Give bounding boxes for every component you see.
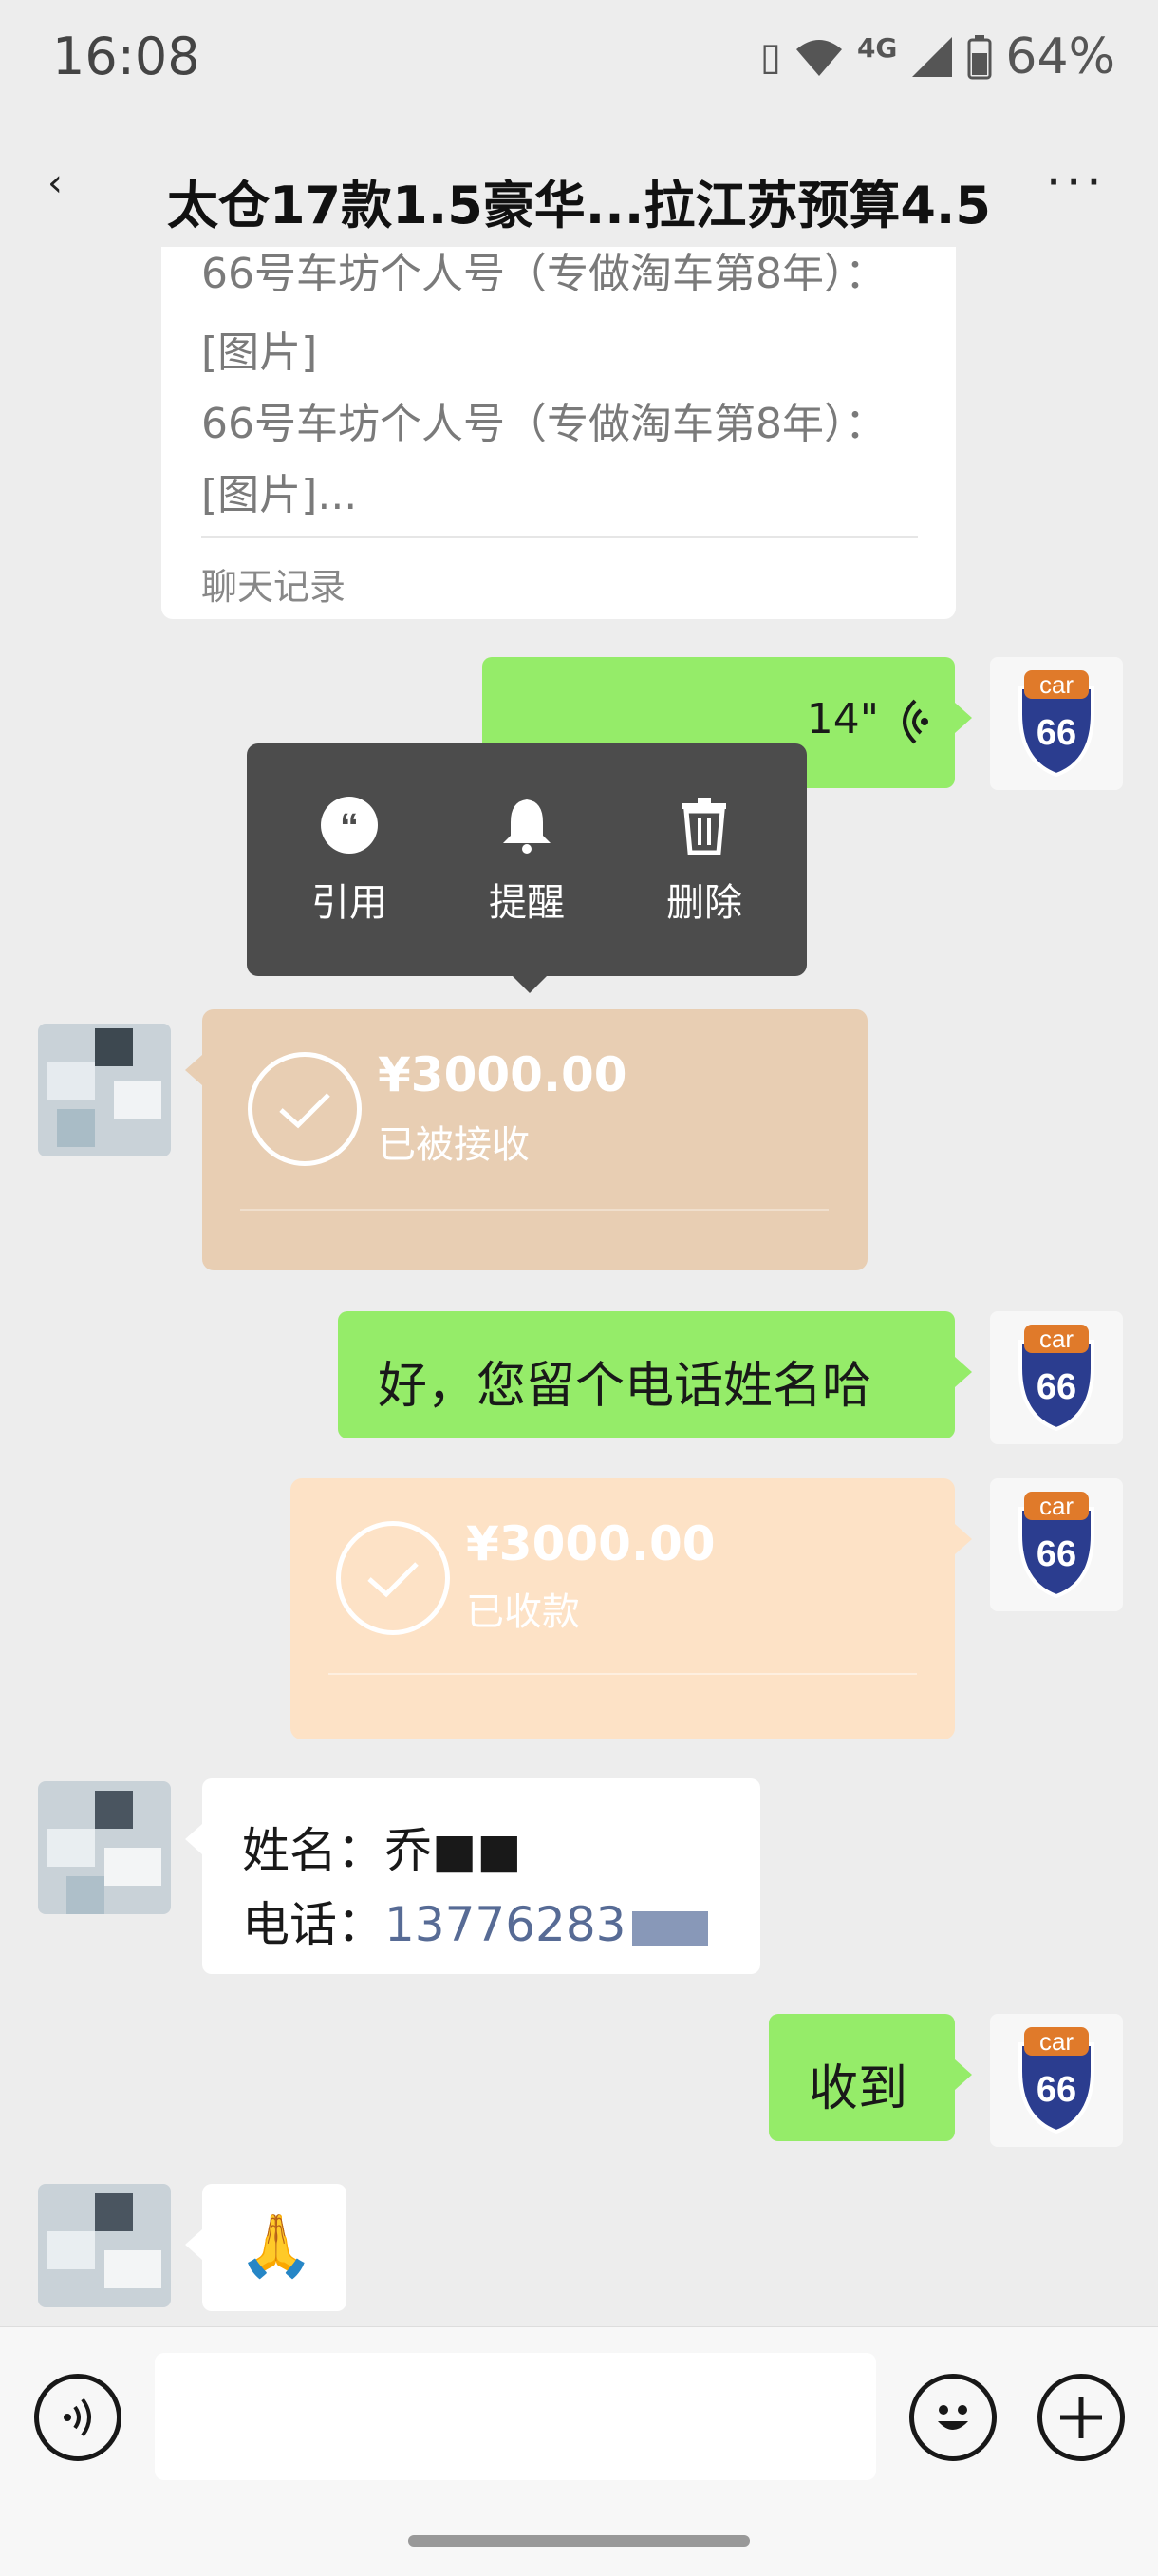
delete-label: 删除 [666,881,742,925]
vibrate-icon: ▯ [759,35,781,79]
my-avatar[interactable]: car 66 [990,2014,1123,2147]
plus-button[interactable] [1037,2374,1125,2461]
signal-icon [912,37,953,77]
my-avatar[interactable]: car 66 [990,1311,1123,1444]
phone-line: 电话：13776283 [242,1887,708,1955]
chat-record-card[interactable]: 66号车坊个人号（专做淘车第8年）： [图片] 66号车坊个人号（专做淘车第8年… [161,247,956,619]
my-avatar[interactable]: car 66 [990,1478,1123,1611]
quote-icon: “ [321,797,378,854]
record-line: [图片]... [201,471,358,519]
status-bar: 16:08 ▯ 4G 64% [0,0,1158,114]
transfer-status: 已收款 [466,1590,580,1634]
name-line: 姓名：乔■■ [242,1813,521,1881]
chat-title: 太仓17款1.5豪华...拉江苏预算4.5 [166,176,991,235]
emoji-text: 🙏 [238,2211,314,2282]
battery-icon [967,35,992,80]
quote-menu-item[interactable]: “ 引用 [278,796,420,927]
record-line: 66号车坊个人号（专做淘车第8年）： [201,250,887,298]
trash-icon [682,798,726,856]
context-menu-arrow [511,974,549,993]
car66-logo-icon: car 66 [1018,1492,1094,1599]
transfer-amount: ¥3000.00 [466,1516,716,1571]
contact-avatar[interactable] [38,1024,171,1156]
quote-label: 引用 [311,881,387,925]
contact-info-bubble[interactable]: 姓名：乔■■ 电话：13776283 [185,1778,760,1974]
wifi-icon [795,40,842,76]
message-text: 好，您留个电话姓名哈 [378,1358,872,1415]
delete-menu-item[interactable]: 删除 [633,796,775,927]
svg-text:“: “ [340,806,359,848]
transfer-card-incoming[interactable]: ¥3000.00 已被接收 [185,1009,868,1270]
bell-icon [503,799,551,854]
phone-label: 电话： [242,1897,384,1952]
more-options-button[interactable]: ··· [1046,152,1107,212]
home-indicator[interactable] [408,2535,750,2547]
phone-redaction [631,1910,708,1946]
voice-icon [64,2397,91,2437]
record-line: [图片] [201,329,318,377]
status-time: 16:08 [52,27,200,86]
remind-menu-item[interactable]: 提醒 [456,796,598,927]
message-bubble-outgoing[interactable]: 好，您留个电话姓名哈 [338,1311,972,1438]
car66-logo-icon: car 66 [1018,2027,1094,2134]
plus-icon [1060,2397,1102,2438]
svg-text:car: car [1039,2027,1074,2056]
status-icons: ▯ 4G 64% [760,28,1115,85]
car66-logo-icon: car 66 [1018,670,1094,778]
svg-text:66: 66 [1037,713,1076,753]
transfer-amount: ¥3000.00 [378,1047,627,1102]
svg-text:66: 66 [1037,2070,1076,2110]
battery-level: 64% [1005,28,1115,85]
car66-logo-icon: car 66 [1018,1325,1094,1432]
voice-input-button[interactable] [34,2374,121,2461]
svg-text:car: car [1039,670,1074,699]
remind-label: 提醒 [489,881,565,925]
name-label: 姓名： [242,1823,384,1878]
svg-text:66: 66 [1037,1534,1076,1574]
voice-wave-icon [903,699,928,744]
smiley-icon [938,2405,968,2430]
transfer-card-outgoing[interactable]: ¥3000.00 已收款 [290,1478,972,1739]
svg-text:car: car [1039,1492,1074,1520]
voice-duration: 14" [806,695,879,743]
message-text: 收到 [809,2060,908,2117]
message-bubble-outgoing[interactable]: 收到 [769,2014,972,2141]
contact-avatar[interactable] [38,1781,171,1914]
message-input[interactable] [155,2353,876,2480]
context-menu: “ 引用 提醒 删除 [247,743,807,976]
svg-text:66: 66 [1037,1367,1076,1407]
record-line: 66号车坊个人号（专做淘车第8年）： [201,400,887,448]
transfer-status: 已被接收 [378,1123,530,1167]
check-circle-icon [248,1052,362,1166]
svg-text:car: car [1039,1325,1074,1353]
my-avatar[interactable]: car 66 [990,657,1123,790]
emoji-button[interactable] [909,2374,997,2461]
emoji-message-bubble[interactable]: 🙏 [185,2184,346,2311]
contact-avatar[interactable] [38,2184,171,2307]
check-circle-icon [336,1521,450,1635]
name-value: 乔■■ [384,1823,522,1878]
record-footer: 聊天记录 [201,536,918,610]
network-type: 4G [856,31,898,64]
phone-number-link[interactable]: 13776283 [384,1897,626,1952]
